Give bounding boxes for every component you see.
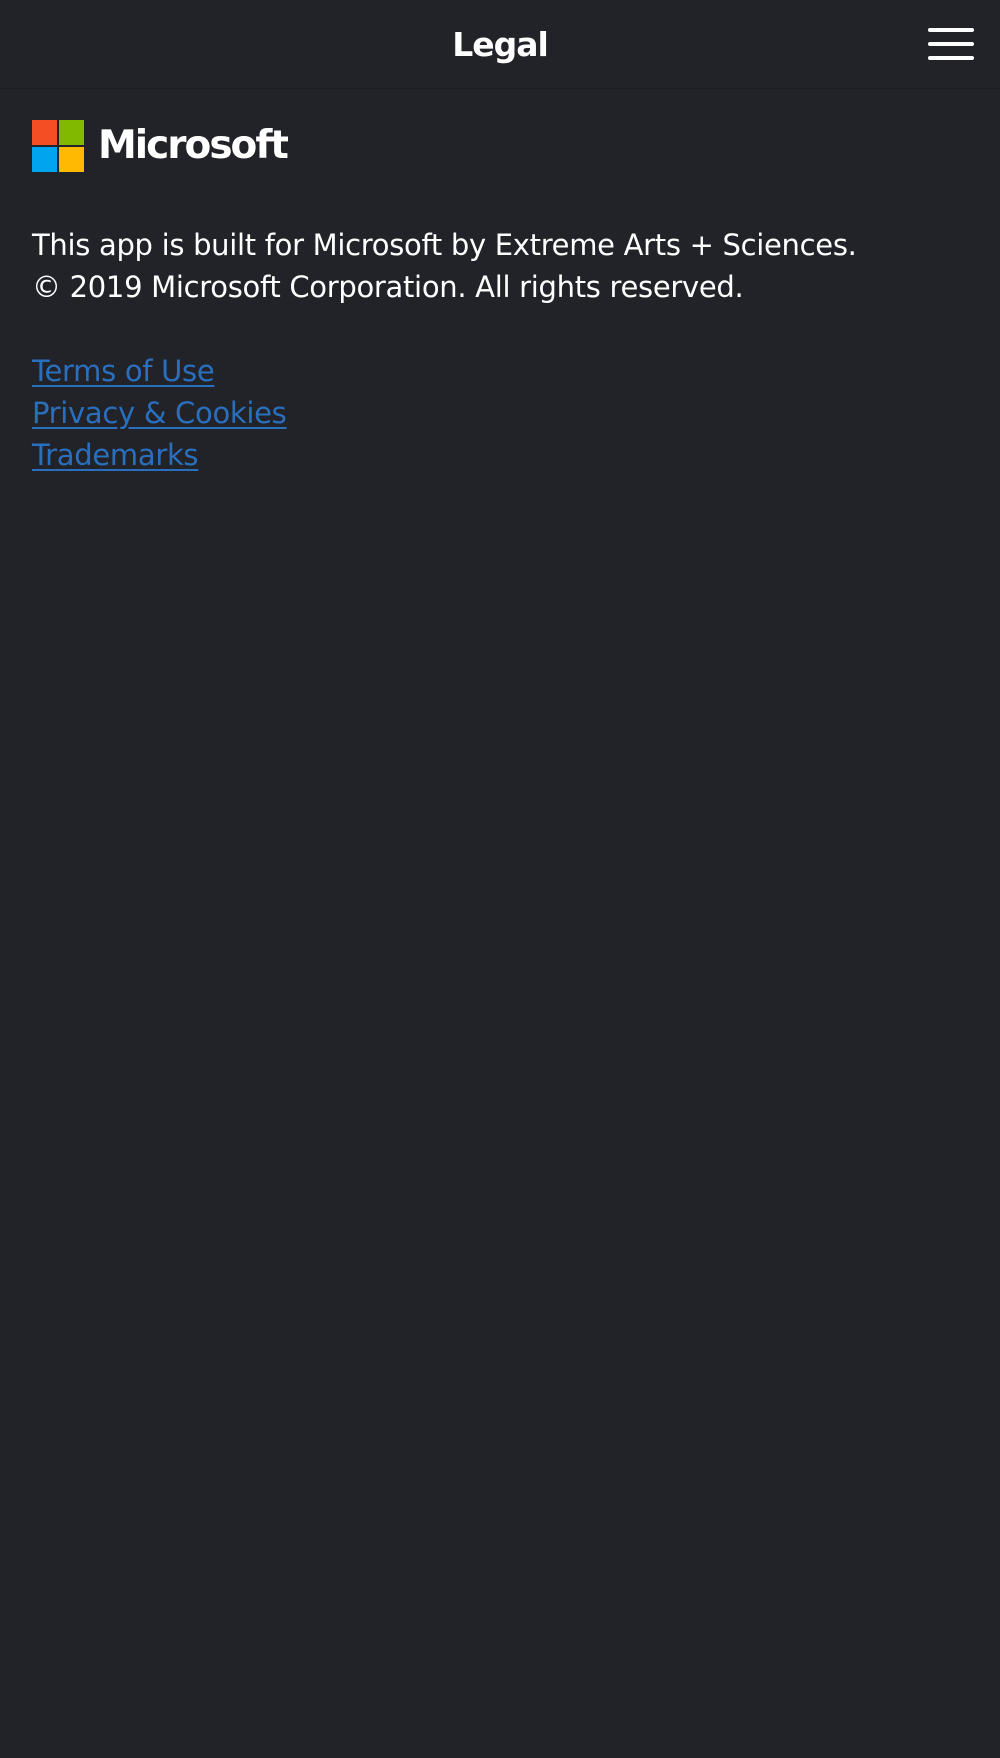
terms-of-use-link[interactable]: Terms of Use bbox=[32, 350, 286, 392]
logo-wordmark: Microsoft bbox=[98, 123, 289, 168]
microsoft-logo: Microsoft bbox=[32, 120, 289, 172]
microsoft-logo-icon bbox=[32, 120, 84, 172]
copyright-text: © 2019 Microsoft Corporation. All rights… bbox=[32, 270, 744, 304]
built-by-text: This app is built for Microsoft by Extre… bbox=[32, 228, 857, 262]
app-header: Legal bbox=[0, 0, 1000, 89]
legal-text: This app is built for Microsoft by Extre… bbox=[32, 224, 962, 308]
page-title: Legal bbox=[452, 25, 549, 64]
hamburger-menu-icon[interactable] bbox=[922, 24, 974, 64]
privacy-cookies-link[interactable]: Privacy & Cookies bbox=[32, 392, 287, 434]
trademarks-link[interactable]: Trademarks bbox=[32, 434, 286, 476]
legal-links: Terms of Use Privacy & Cookies Trademark… bbox=[32, 350, 287, 476]
